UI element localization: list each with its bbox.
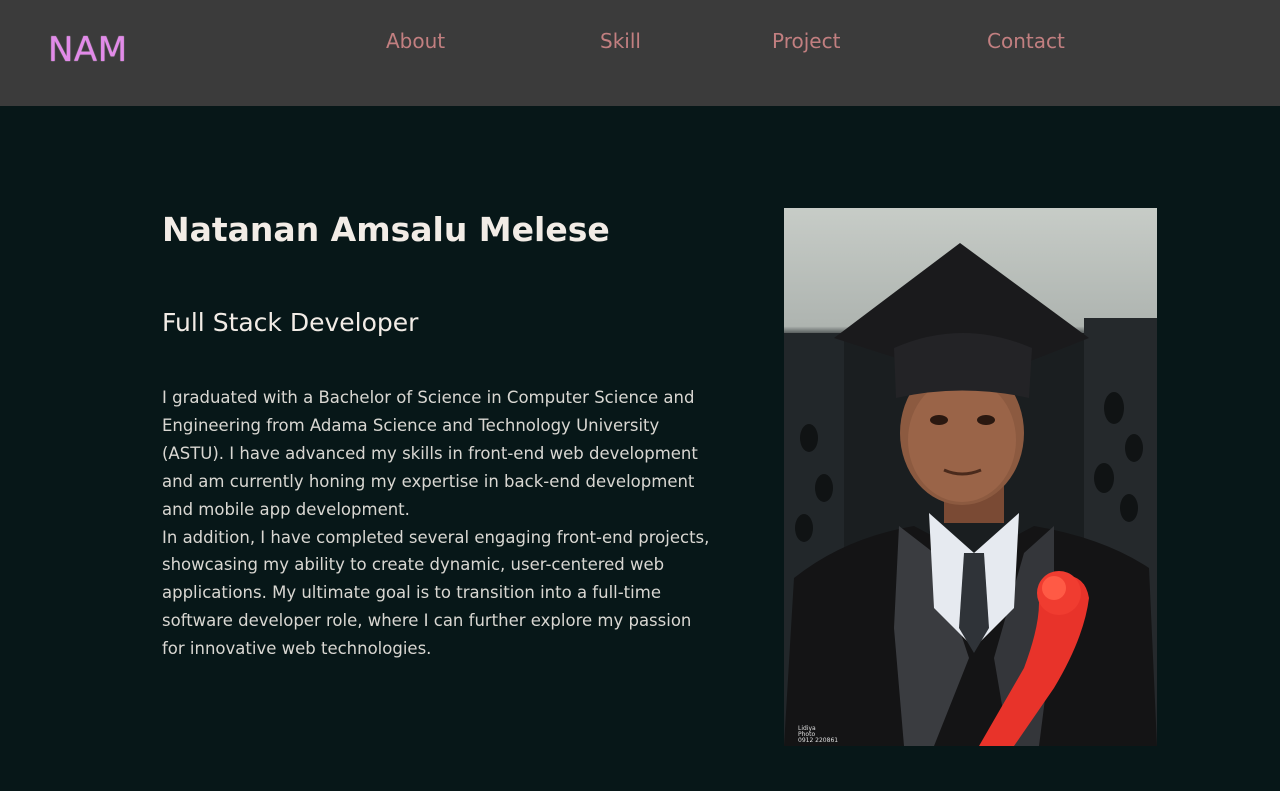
nav-link-about[interactable]: About [386, 28, 445, 54]
site-logo[interactable]: NAM [48, 28, 128, 72]
nav-link-project[interactable]: Project [772, 28, 840, 54]
photo-watermark: Lidiya Photo 0912 220861 [798, 726, 838, 744]
bio-paragraph: I graduated with a Bachelor of Science i… [162, 388, 698, 519]
bio-paragraph: In addition, I have completed several en… [162, 527, 710, 659]
profile-photo: Lidiya Photo 0912 220861 [784, 208, 1157, 746]
graduate-portrait-illustration [784, 243, 1157, 746]
top-navigation: NAM About Skill Project Contact [0, 0, 1280, 106]
hero-name: Natanan Amsalu Melese [162, 210, 610, 249]
hero-role: Full Stack Developer [162, 308, 419, 337]
watermark-line: 0912 220861 [798, 737, 839, 744]
nav-link-contact[interactable]: Contact [987, 28, 1065, 54]
hero-bio: I graduated with a Bachelor of Science i… [162, 384, 710, 663]
nav-link-skill[interactable]: Skill [600, 28, 641, 54]
